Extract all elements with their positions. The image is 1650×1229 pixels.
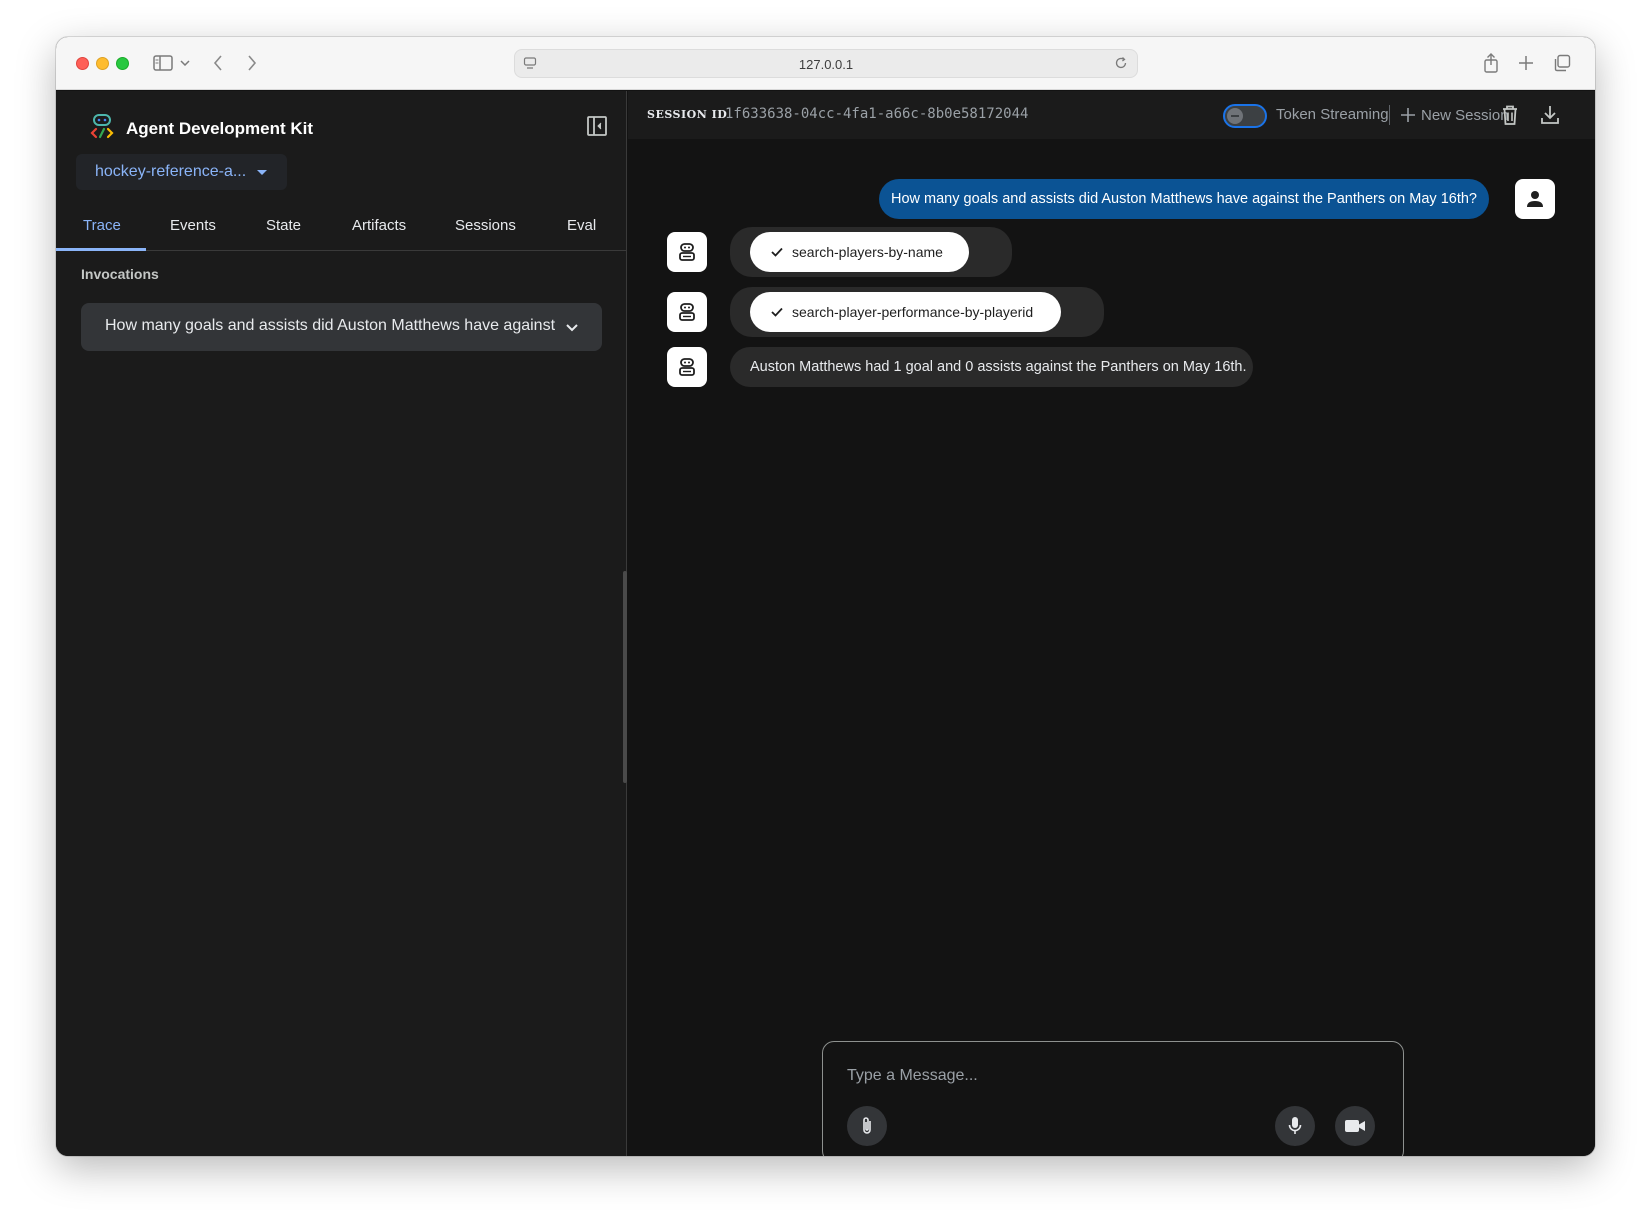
agent-avatar [667, 232, 707, 272]
panel-resize-handle[interactable] [623, 571, 627, 783]
chat-panel: SESSION ID 1f633638-04cc-4fa1-a66c-8b0e5… [628, 91, 1595, 1156]
tab-eval[interactable]: Eval [567, 217, 596, 234]
sidebar-toggle-icon[interactable] [151, 51, 175, 75]
session-id-label: SESSION ID [647, 108, 728, 121]
chevron-down-icon [566, 324, 578, 332]
agent-avatar [667, 292, 707, 332]
forward-arrow-icon[interactable] [242, 51, 262, 75]
tab-events[interactable]: Events [170, 217, 216, 234]
new-session-button[interactable]: New Session [1400, 103, 1509, 127]
message-input[interactable] [847, 1064, 1367, 1088]
user-avatar [1515, 179, 1555, 219]
toggle-knob [1227, 108, 1243, 124]
new-session-label: New Session [1421, 106, 1509, 124]
video-camera-icon [1345, 1120, 1365, 1132]
tab-sessions[interactable]: Sessions [455, 217, 516, 234]
invocations-label: Invocations [81, 266, 159, 282]
robot-icon [679, 358, 695, 376]
agent-message-bubble: search-players-by-name [730, 227, 1012, 277]
tab-bar: Trace Events State Artifacts Sessions Ev… [56, 203, 627, 251]
tab-trace[interactable]: Trace [83, 217, 121, 234]
person-icon [1527, 191, 1543, 207]
video-button[interactable] [1335, 1106, 1375, 1146]
minimize-window-button[interactable] [96, 57, 109, 70]
agent-selector-label: hockey-reference-a... [95, 163, 247, 180]
address-bar[interactable]: 127.0.0.1 [514, 49, 1138, 78]
function-call-name: search-player-performance-by-playerid [792, 304, 1034, 320]
microphone-icon [1288, 1117, 1302, 1134]
tab-state[interactable]: State [266, 217, 301, 234]
message-composer [822, 1041, 1404, 1156]
user-message-bubble: How many goals and assists did Auston Ma… [879, 179, 1489, 219]
collapse-panel-icon[interactable] [586, 115, 608, 137]
adk-logo-icon [90, 114, 114, 139]
session-toolbar: SESSION ID 1f633638-04cc-4fa1-a66c-8b0e5… [628, 91, 1595, 139]
attach-file-button[interactable] [847, 1106, 887, 1146]
reload-icon[interactable] [1114, 56, 1128, 75]
download-icon[interactable] [1538, 103, 1562, 127]
delete-session-icon[interactable] [1498, 103, 1522, 127]
side-panel: Agent Development Kit hockey-reference-a… [56, 91, 627, 1156]
close-window-button[interactable] [76, 57, 89, 70]
robot-icon [679, 243, 695, 261]
invocation-selected-text: How many goals and assists did Auston Ma… [105, 317, 555, 334]
function-call-chip[interactable]: search-players-by-name [750, 232, 969, 272]
agent-response-text: Auston Matthews had 1 goal and 0 assists… [750, 359, 1247, 375]
browser-toolbar: 127.0.0.1 [56, 37, 1595, 90]
microphone-button[interactable] [1275, 1106, 1315, 1146]
token-streaming-toggle[interactable] [1223, 104, 1267, 128]
agent-avatar [667, 347, 707, 387]
toolbar-divider [1389, 105, 1390, 125]
token-streaming-label: Token Streaming [1276, 106, 1389, 123]
url-text: 127.0.0.1 [798, 57, 854, 72]
function-call-name: search-players-by-name [792, 244, 943, 260]
check-icon [771, 307, 783, 317]
robot-icon [679, 303, 695, 321]
invocation-selector[interactable]: How many goals and assists did Auston Ma… [81, 303, 602, 351]
session-id-value: 1f633638-04cc-4fa1-a66c-8b0e58172044 [725, 106, 1029, 122]
agent-message-bubble: search-player-performance-by-playerid [730, 287, 1104, 337]
tab-artifacts[interactable]: Artifacts [352, 217, 406, 234]
new-tab-icon[interactable] [1516, 51, 1536, 75]
active-tab-indicator [56, 248, 146, 251]
plus-icon [1401, 108, 1415, 122]
back-arrow-icon[interactable] [208, 51, 228, 75]
paperclip-icon [863, 1117, 871, 1134]
caret-down-icon [257, 170, 267, 175]
chevron-down-icon[interactable] [178, 51, 192, 75]
share-icon[interactable] [1481, 51, 1501, 75]
function-call-chip[interactable]: search-player-performance-by-playerid [750, 292, 1061, 332]
agent-message-bubble: Auston Matthews had 1 goal and 0 assists… [730, 347, 1253, 387]
check-icon [771, 247, 783, 257]
browser-window: 127.0.0.1 Agent Development Kit hockey-r… [56, 37, 1595, 1156]
app-title: Agent Development Kit [126, 119, 314, 138]
tab-overview-icon[interactable] [1552, 51, 1572, 75]
zoom-window-button[interactable] [116, 57, 129, 70]
agent-selector[interactable]: hockey-reference-a... [76, 154, 287, 190]
